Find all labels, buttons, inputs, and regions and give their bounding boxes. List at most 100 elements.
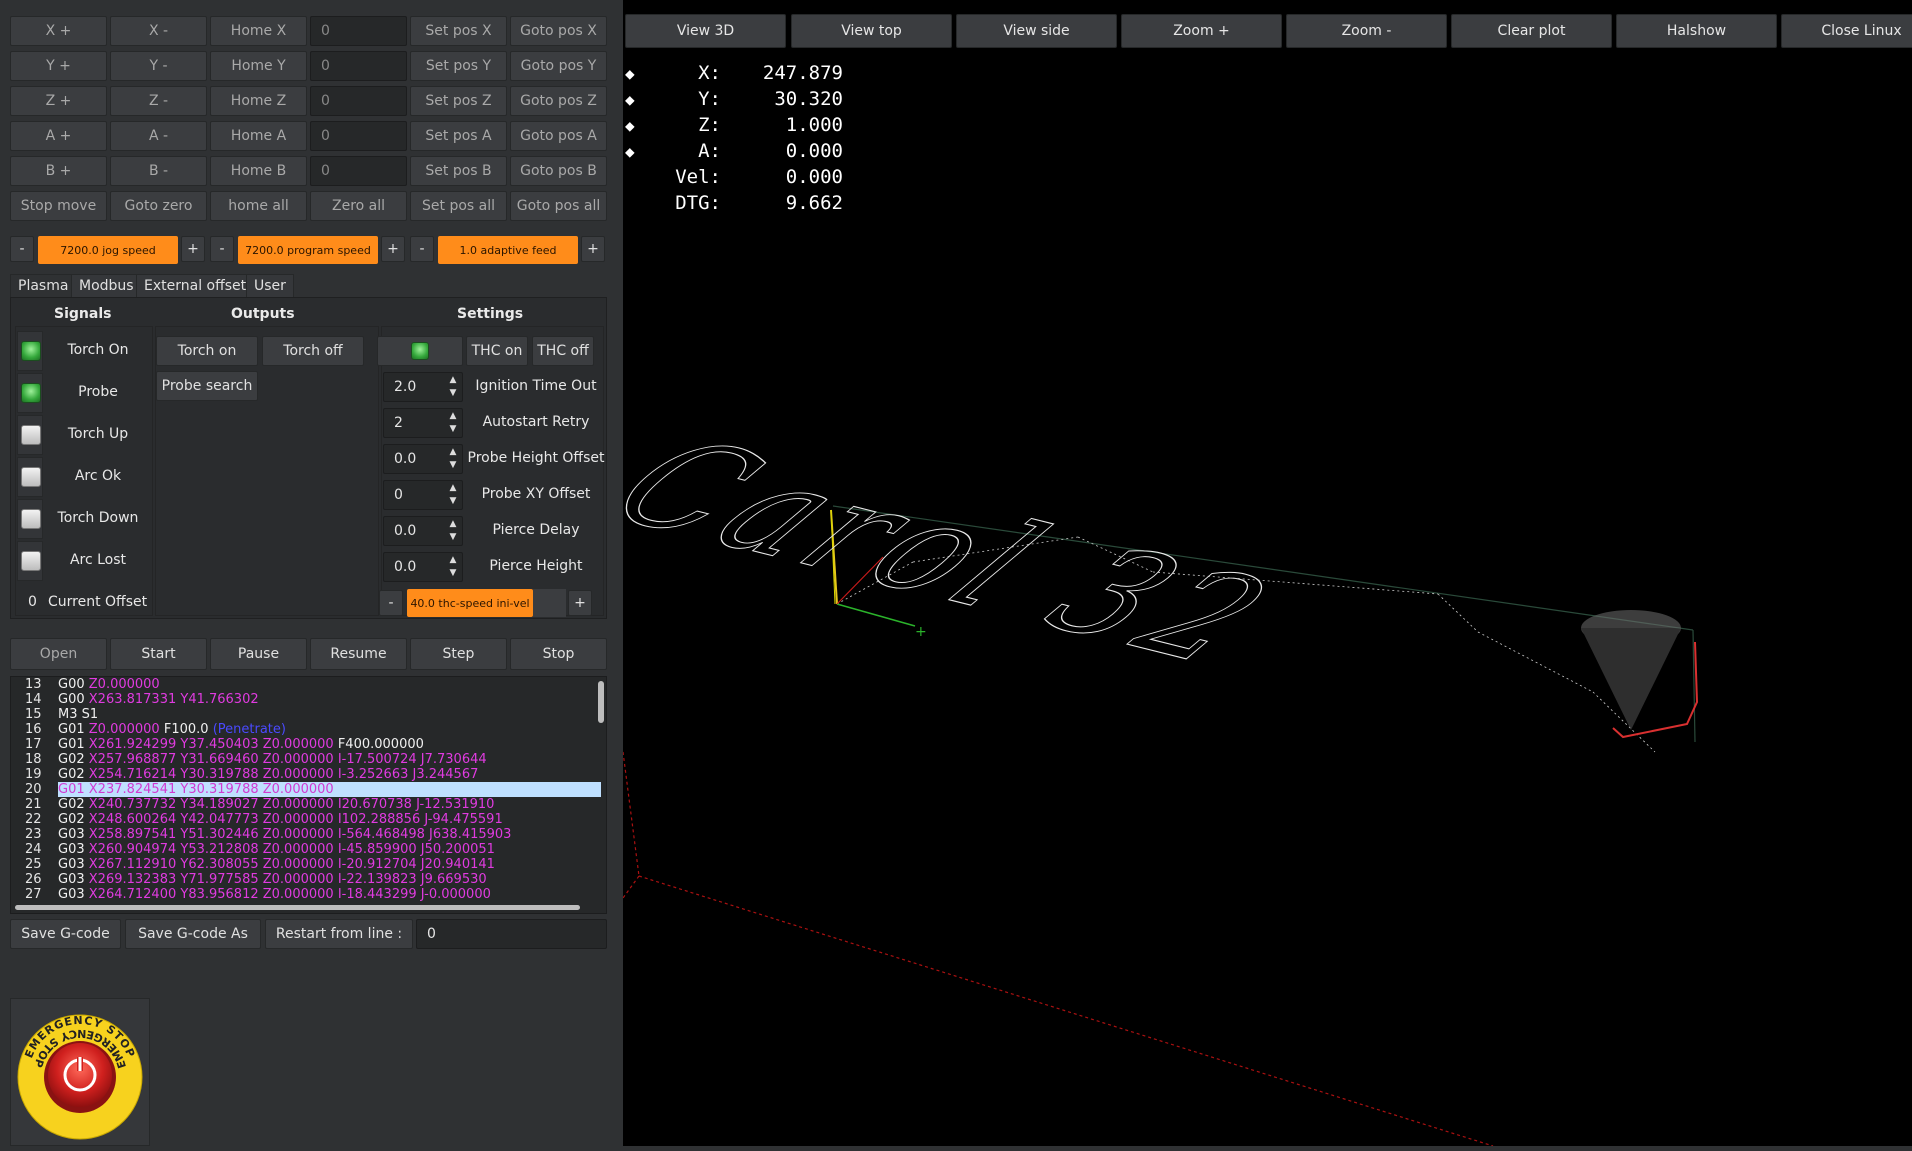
set-pos-b-button[interactable]: Set pos B [410, 156, 507, 186]
jog-plus-x-button[interactable]: X + [10, 16, 107, 46]
jog-minus-a-button[interactable]: A - [110, 121, 207, 151]
save-gcode-as-button[interactable]: Save G-code As [125, 919, 261, 949]
jog-speed-plus-button[interactable]: + [181, 236, 205, 262]
set-pos-all-button[interactable]: Set pos all [410, 191, 507, 221]
step-button[interactable]: Step [410, 638, 507, 670]
gcode-vertical-scrollbar[interactable] [598, 681, 604, 723]
position-input-y[interactable]: 0 [310, 51, 407, 81]
spin-up-icon[interactable]: ▲ [448, 411, 458, 422]
toolbar-view-top-button[interactable]: View top [791, 14, 952, 48]
thc-speed-slider[interactable]: 40.0 thc-speed ini-vel [407, 589, 533, 617]
save-gcode-button[interactable]: Save G-code [10, 919, 121, 949]
spin-up-icon[interactable]: ▲ [448, 555, 458, 566]
goto-pos-z-button[interactable]: Goto pos Z [510, 86, 607, 116]
toolbar-zoom-out-button[interactable]: Zoom - [1286, 14, 1447, 48]
tab-modbus[interactable]: Modbus [71, 274, 142, 298]
torch-off-button[interactable]: Torch off [262, 336, 364, 366]
goto-pos-x-button[interactable]: Goto pos X [510, 16, 607, 46]
tab-plasma[interactable]: Plasma [10, 274, 77, 298]
program-speed-slider[interactable]: 7200.0 program speed [238, 236, 378, 264]
stop-button[interactable]: Stop move [10, 191, 107, 221]
spin-down-icon[interactable]: ▼ [448, 460, 458, 471]
setting-spinbox[interactable]: 0.0 ▲ ▼ [383, 516, 463, 546]
home-z-button[interactable]: Home Z [210, 86, 307, 116]
home-a-button[interactable]: Home A [210, 121, 307, 151]
pause-button[interactable]: Pause [210, 638, 307, 670]
adaptive-feed-minus-button[interactable]: - [410, 236, 434, 262]
home-y-button[interactable]: Home Y [210, 51, 307, 81]
toolbar-close-linux-button[interactable]: Close Linux [1781, 14, 1912, 48]
spin-up-icon[interactable]: ▲ [448, 447, 458, 458]
spin-down-icon[interactable]: ▼ [448, 532, 458, 543]
gcode-line[interactable]: 23 G03 X258.897541 Y51.302446 Z0.000000 I… [11, 827, 606, 842]
position-input-b[interactable]: 0 [310, 156, 407, 186]
probe-search-button[interactable]: Probe search [156, 371, 258, 401]
goto-pos-y-button[interactable]: Goto pos Y [510, 51, 607, 81]
tab-user[interactable]: User [246, 274, 294, 298]
position-input-z[interactable]: 0 [310, 86, 407, 116]
jog-minus-b-button[interactable]: B - [110, 156, 207, 186]
gcode-line[interactable]: 20 G01 X237.824541 Y30.319788 Z0.000000 [11, 782, 606, 797]
jog-minus-z-button[interactable]: Z - [110, 86, 207, 116]
jog-minus-y-button[interactable]: Y - [110, 51, 207, 81]
thc-on-button[interactable]: THC on [466, 336, 528, 366]
jog-minus-x-button[interactable]: X - [110, 16, 207, 46]
spin-down-icon[interactable]: ▼ [448, 568, 458, 579]
gcode-line[interactable]: 14 G00 X263.817331 Y41.766302 [11, 692, 606, 707]
resume-button[interactable]: Resume [310, 638, 407, 670]
spin-up-icon[interactable]: ▲ [448, 519, 458, 530]
gcode-line[interactable]: 21 G02 X240.737732 Y34.189027 Z0.000000 I… [11, 797, 606, 812]
jog-speed-minus-button[interactable]: - [10, 236, 34, 262]
goto-pos-all-button[interactable]: Goto pos all [510, 191, 607, 221]
gcode-viewer[interactable]: 13 G00 Z0.000000 14 G00 X263.817331 Y41.766… [10, 676, 607, 914]
setting-spinbox[interactable]: 0 ▲ ▼ [383, 480, 463, 510]
restart-line-input[interactable]: 0 [416, 919, 607, 949]
emergency-stop-button[interactable]: EMERGENCY STOP EMERGENCY STOP [10, 998, 150, 1146]
spin-down-icon[interactable]: ▼ [448, 388, 458, 399]
goto-pos-a-button[interactable]: Goto pos A [510, 121, 607, 151]
zero-all-button[interactable]: Zero all [310, 191, 407, 221]
program-speed-minus-button[interactable]: - [210, 236, 234, 262]
spin-down-icon[interactable]: ▼ [448, 496, 458, 507]
set-pos-y-button[interactable]: Set pos Y [410, 51, 507, 81]
spin-up-icon[interactable]: ▲ [448, 375, 458, 386]
toolbar-zoom-in-button[interactable]: Zoom + [1121, 14, 1282, 48]
set-pos-z-button[interactable]: Set pos Z [410, 86, 507, 116]
jog-plus-b-button[interactable]: B + [10, 156, 107, 186]
program-speed-plus-button[interactable]: + [381, 236, 405, 262]
jog-plus-y-button[interactable]: Y + [10, 51, 107, 81]
goto-zero-button[interactable]: Goto zero [110, 191, 207, 221]
gcode-line[interactable]: 27 G03 X264.712400 Y83.956812 Z0.000000 I… [11, 887, 606, 902]
toolbar-clear-plot-button[interactable]: Clear plot [1451, 14, 1612, 48]
position-input-x[interactable]: 0 [310, 16, 407, 46]
gcode-line[interactable]: 26 G03 X269.132383 Y71.977585 Z0.000000 I… [11, 872, 606, 887]
adaptive-feed-slider[interactable]: 1.0 adaptive feed [438, 236, 578, 264]
thc-speed-minus-button[interactable]: - [379, 590, 403, 616]
start-button[interactable]: Start [110, 638, 207, 670]
gcode-line[interactable]: 17 G01 X261.924299 Y37.450403 Z0.000000 F… [11, 737, 606, 752]
home-all-button[interactable]: home all [210, 191, 307, 221]
torch-on-button[interactable]: Torch on [156, 336, 258, 366]
gcode-line[interactable]: 18 G02 X257.968877 Y31.669460 Z0.000000 I… [11, 752, 606, 767]
adaptive-feed-plus-button[interactable]: + [581, 236, 605, 262]
toolpath-preview[interactable]: + Carol 32 [623, 52, 1912, 1146]
gcode-line[interactable]: 22 G02 X248.600264 Y42.047773 Z0.000000 I… [11, 812, 606, 827]
set-pos-x-button[interactable]: Set pos X [410, 16, 507, 46]
gcode-line[interactable]: 15 M3 S1 [11, 707, 606, 722]
toolbar-view-3d-button[interactable]: View 3D [625, 14, 786, 48]
jog-plus-z-button[interactable]: Z + [10, 86, 107, 116]
open-button[interactable]: Open [10, 638, 107, 670]
home-b-button[interactable]: Home B [210, 156, 307, 186]
spin-down-icon[interactable]: ▼ [448, 424, 458, 435]
gcode-line[interactable]: 25 G03 X267.112910 Y62.308055 Z0.000000 I… [11, 857, 606, 872]
goto-pos-b-button[interactable]: Goto pos B [510, 156, 607, 186]
setting-spinbox[interactable]: 0.0 ▲ ▼ [383, 444, 463, 474]
gcode-horizontal-scrollbar[interactable] [15, 905, 580, 910]
gcode-line[interactable]: 19 G02 X254.716214 Y30.319788 Z0.000000 I… [11, 767, 606, 782]
setting-spinbox[interactable]: 0.0 ▲ ▼ [383, 552, 463, 582]
set-pos-a-button[interactable]: Set pos A [410, 121, 507, 151]
home-x-button[interactable]: Home X [210, 16, 307, 46]
setting-spinbox[interactable]: 2 ▲ ▼ [383, 408, 463, 438]
tab-external-offset[interactable]: External offset [136, 274, 255, 298]
gcode-line[interactable]: 24 G03 X260.904974 Y53.212808 Z0.000000 I… [11, 842, 606, 857]
